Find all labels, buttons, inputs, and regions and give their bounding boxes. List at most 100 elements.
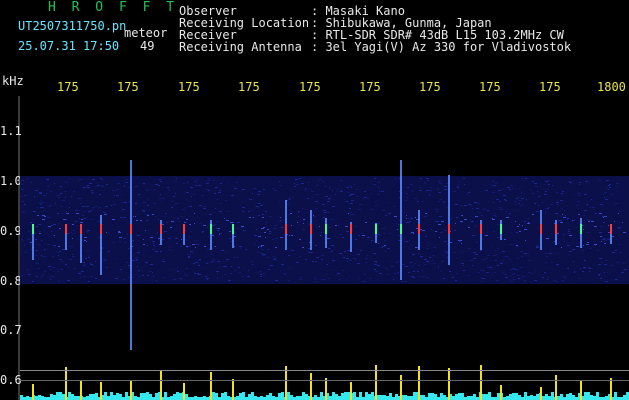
noise-speck [622, 262, 623, 263]
noise-speck [142, 275, 144, 276]
noise-speck [413, 271, 415, 272]
noise-speck [589, 182, 590, 183]
noise-speck [63, 219, 66, 220]
noise-speck [337, 218, 338, 219]
noise-speck [537, 228, 538, 229]
noise-speck [142, 267, 143, 268]
noise-speck [159, 198, 162, 199]
noise-speck [199, 259, 201, 260]
noise-speck [444, 251, 447, 252]
noise-speck [463, 178, 465, 179]
noise-speck [386, 268, 387, 269]
noise-speck [497, 237, 499, 238]
amplitude-noise [359, 392, 362, 400]
noise-speck [438, 266, 439, 267]
noise-speck [323, 232, 324, 233]
noise-speck [30, 222, 32, 223]
noise-speck [81, 271, 84, 272]
noise-speck [470, 205, 472, 206]
amplitude-noise [266, 395, 269, 400]
noise-speck [322, 204, 325, 205]
noise-speck [237, 257, 238, 258]
noise-speck [190, 187, 193, 188]
noise-speck [349, 208, 351, 209]
amplitude-peak [160, 371, 162, 400]
noise-speck [177, 218, 179, 219]
noise-speck [125, 182, 128, 183]
noise-speck [618, 228, 620, 229]
noise-speck [208, 180, 210, 181]
noise-speck [487, 210, 489, 211]
noise-speck [321, 259, 323, 260]
noise-speck [536, 246, 537, 247]
noise-speck [520, 267, 522, 268]
noise-speck [530, 238, 531, 239]
noise-speck [152, 241, 155, 242]
noise-speck [436, 221, 439, 222]
noise-speck [87, 250, 89, 251]
noise-speck [153, 203, 156, 204]
amplitude-noise [125, 392, 128, 400]
noise-speck [157, 232, 158, 233]
noise-speck [521, 278, 522, 279]
noise-speck [211, 262, 212, 263]
noise-speck [334, 269, 335, 270]
noise-speck [83, 265, 85, 266]
amplitude-noise [224, 392, 227, 400]
noise-speck [515, 221, 516, 222]
noise-speck [411, 276, 414, 277]
noise-speck [594, 226, 597, 227]
noise-speck [342, 270, 344, 271]
amplitude-peak [580, 381, 582, 400]
noise-speck [481, 215, 483, 216]
noise-speck [195, 185, 197, 186]
noise-speck [335, 194, 336, 195]
antenna-label: Receiving Antenna [179, 40, 302, 54]
echo-core [310, 224, 312, 234]
noise-speck [193, 253, 194, 254]
amplitude-peak [418, 366, 420, 400]
noise-speck [300, 277, 302, 278]
noise-speck [66, 273, 67, 274]
noise-speck [417, 201, 419, 202]
noise-speck [581, 250, 584, 251]
noise-speck [482, 209, 485, 210]
noise-speck [214, 193, 216, 194]
amplitude-noise [74, 396, 77, 400]
noise-speck [556, 264, 559, 265]
noise-speck [103, 259, 106, 260]
noise-speck [528, 254, 529, 255]
noise-speck [145, 250, 146, 251]
noise-speck [84, 276, 86, 277]
noise-speck [497, 182, 498, 183]
noise-speck [377, 234, 380, 235]
x-tick: 175 [299, 80, 321, 94]
noise-speck [619, 244, 620, 245]
echo-core [160, 224, 162, 234]
noise-speck [509, 213, 511, 214]
noise-speck [455, 204, 458, 205]
noise-speck [208, 190, 210, 191]
noise-speck [351, 187, 352, 188]
noise-speck [147, 245, 148, 246]
noise-speck [254, 226, 255, 227]
noise-speck [255, 206, 256, 207]
amplitude-noise [173, 394, 176, 400]
noise-speck [211, 254, 212, 255]
noise-speck [340, 234, 342, 235]
noise-speck [517, 258, 519, 259]
noise-speck [153, 189, 155, 190]
noise-speck [71, 196, 72, 197]
noise-speck [615, 250, 617, 251]
noise-speck [148, 199, 149, 200]
noise-speck [149, 271, 152, 272]
noise-speck [583, 225, 585, 226]
noise-speck [28, 231, 30, 232]
amplitude-noise [290, 395, 293, 400]
amplitude-noise [389, 393, 392, 400]
noise-speck [273, 228, 276, 229]
noise-speck [367, 198, 369, 199]
noise-speck [468, 227, 470, 228]
noise-speck [562, 214, 563, 215]
echo-core [100, 224, 102, 234]
